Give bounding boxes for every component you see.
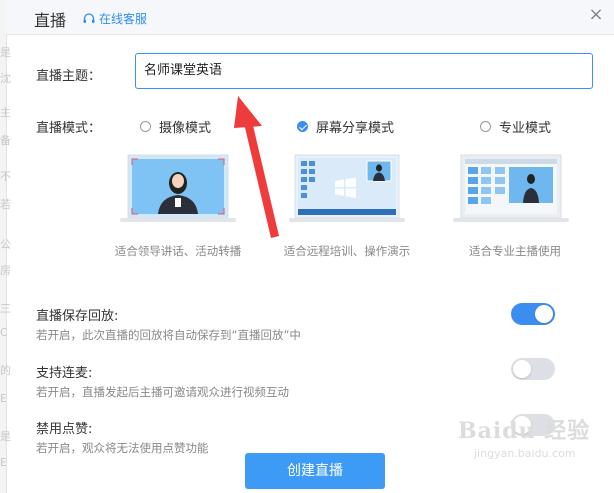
toggle-knob <box>513 360 531 378</box>
radio-screen-share[interactable] <box>297 121 308 132</box>
co-host-toggle[interactable] <box>511 358 555 380</box>
toggle-knob <box>535 305 553 323</box>
dialog-title: 直播 <box>34 11 67 30</box>
mode-option-professional[interactable]: 专业模式 <box>480 117 551 136</box>
baidu-watermark: Baidu 经验 jingyan.baidu.com <box>458 413 590 460</box>
watermark-main: Baidu 经验 <box>458 418 591 444</box>
online-service-link[interactable]: 在线客服 <box>82 10 147 27</box>
mode-option-camera-label: 摄像模式 <box>159 121 212 136</box>
professional-mode-illustration[interactable] <box>453 153 569 225</box>
radio-camera[interactable] <box>140 121 151 132</box>
screen-share-mode-illustration[interactable] <box>289 153 405 225</box>
mode-desc-professional: 适合专业主播使用 <box>469 244 561 258</box>
setting-co-host-title: 支持连麦: <box>36 366 93 381</box>
setting-disable-likes-title: 禁用点赞: <box>36 422 93 437</box>
watermark-sub: jingyan.baidu.com <box>474 447 576 460</box>
mode-desc-screen-share: 适合远程培训、操作演示 <box>283 244 411 258</box>
setting-save-replay-desc: 若开启，此次直播的回放将自动保存到“直播回放”中 <box>36 328 301 342</box>
radio-professional[interactable] <box>480 121 491 132</box>
camera-mode-illustration[interactable] <box>120 153 236 225</box>
mode-label: 直播模式： <box>36 121 102 136</box>
setting-save-replay-title: 直播保存回放: <box>36 309 119 324</box>
background-window-edge: 是沈主备不若公房三C的E是E <box>0 0 11 493</box>
create-live-button[interactable]: 创建直播 <box>245 453 385 489</box>
mode-option-professional-label: 专业模式 <box>499 121 552 136</box>
mode-option-camera[interactable]: 摄像模式 <box>140 117 211 136</box>
setting-disable-likes-desc: 若开启，观众将无法使用点赞功能 <box>36 441 209 455</box>
close-icon[interactable]: × <box>586 4 606 25</box>
mode-option-screen-share[interactable]: 屏幕分享模式 <box>297 117 394 136</box>
mode-desc-camera: 适合领导讲话、活动转播 <box>114 244 242 258</box>
setting-co-host-desc: 若开启，直播发起后主播可邀请观众进行视频互动 <box>36 385 289 399</box>
mode-option-screen-share-label: 屏幕分享模式 <box>316 121 395 136</box>
topic-input[interactable]: 名师课堂英语 <box>135 53 593 89</box>
online-service-label: 在线客服 <box>99 12 148 26</box>
topic-label: 直播主题： <box>36 69 102 84</box>
dialog-header: 直播 在线客服 × <box>6 0 614 35</box>
save-replay-toggle[interactable] <box>511 303 555 325</box>
headset-icon <box>83 12 95 23</box>
